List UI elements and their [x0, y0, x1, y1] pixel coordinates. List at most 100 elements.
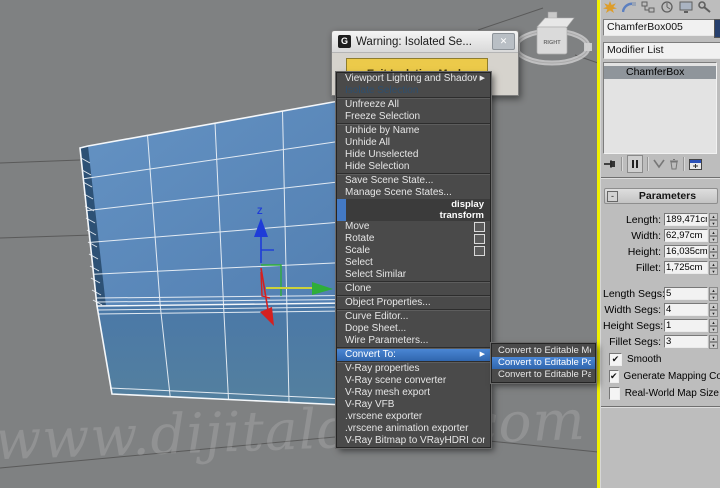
- spinner[interactable]: ▲ ▼: [709, 335, 718, 349]
- menu-item-label: .vrscene animation exporter: [345, 423, 469, 434]
- spinner-down-icon[interactable]: ▼: [709, 236, 718, 243]
- parameter-value-field[interactable]: 5: [664, 287, 708, 300]
- panel-divider: [601, 406, 720, 408]
- modifier-stack-item[interactable]: ChamferBox: [604, 66, 716, 79]
- menu-item[interactable]: Freeze Selection: [337, 111, 490, 123]
- quad-section-header: display: [337, 199, 490, 210]
- menu-item[interactable]: Curve Editor...: [337, 311, 490, 323]
- parameter-value-field[interactable]: 1,725cm: [664, 261, 708, 274]
- checkbox[interactable]: [609, 386, 620, 400]
- menu-item[interactable]: Move: [337, 221, 490, 233]
- menu-item[interactable]: Scale: [337, 245, 490, 257]
- menu-item[interactable]: V-Ray mesh export: [337, 387, 490, 399]
- menu-item[interactable]: Viewport Lighting and Shadows ▶: [337, 73, 490, 85]
- remove-modifier-icon[interactable]: [669, 156, 679, 172]
- menu-item[interactable]: Rotate: [337, 233, 490, 245]
- modifier-list-dropdown[interactable]: Modifier List: [603, 42, 720, 59]
- spinner[interactable]: ▲ ▼: [709, 303, 718, 317]
- dialog-title: Warning: Isolated Se...: [356, 35, 472, 48]
- parameter-row: Fillet Segs: 3 ▲ ▼: [603, 335, 719, 349]
- application-window: Z RIGHT www.dijitaldevs.com G Warning: I…: [0, 0, 720, 488]
- spinner-down-icon[interactable]: ▼: [709, 268, 718, 275]
- motion-tab-icon[interactable]: [660, 1, 674, 13]
- menu-item[interactable]: Select: [337, 257, 490, 269]
- close-icon[interactable]: ✕: [492, 33, 515, 50]
- spinner[interactable]: ▲ ▼: [709, 287, 718, 301]
- parameter-value-field[interactable]: 62,97cm: [664, 229, 708, 242]
- object-name-field[interactable]: ChamferBox005: [603, 19, 715, 36]
- checkbox[interactable]: ✔: [609, 369, 619, 383]
- menu-item[interactable]: Convert to Editable Poly: [492, 357, 595, 369]
- spinner[interactable]: ▲ ▼: [709, 319, 718, 333]
- spinner-down-icon[interactable]: ▼: [709, 342, 718, 349]
- menu-item[interactable]: V-Ray Bitmap to VRayHDRI converter: [337, 435, 490, 447]
- menu-item[interactable]: Convert To: ▶: [337, 349, 490, 361]
- spinner-down-icon[interactable]: ▼: [709, 220, 718, 227]
- menu-item[interactable]: .vrscene animation exporter: [337, 423, 490, 435]
- spinner-up-icon[interactable]: ▲: [709, 303, 718, 310]
- checkbox-row: ✔ Smooth: [609, 352, 719, 366]
- parameter-label: Fillet Segs:: [609, 335, 661, 348]
- pin-stack-icon[interactable]: [603, 156, 617, 172]
- spinner[interactable]: ▲ ▼: [709, 229, 718, 243]
- spinner-down-icon[interactable]: ▼: [709, 252, 718, 259]
- spinner[interactable]: ▲ ▼: [709, 213, 718, 227]
- spinner[interactable]: ▲ ▼: [709, 261, 718, 275]
- spinner-up-icon[interactable]: ▲: [709, 335, 718, 342]
- rollout-collapse-icon[interactable]: -: [607, 190, 618, 202]
- spinner-up-icon[interactable]: ▲: [709, 319, 718, 326]
- configure-modifier-sets-icon[interactable]: [689, 156, 702, 172]
- menu-item[interactable]: Convert to Editable Patch: [492, 369, 595, 381]
- menu-item-label: Unhide by Name: [345, 125, 420, 136]
- checkbox[interactable]: ✔: [609, 352, 622, 366]
- menu-item[interactable]: Dope Sheet...: [337, 323, 490, 335]
- spinner-down-icon[interactable]: ▼: [709, 326, 718, 333]
- menu-item[interactable]: Manage Scene States...: [337, 187, 490, 199]
- menu-item[interactable]: .vrscene exporter: [337, 411, 490, 423]
- make-unique-icon[interactable]: [653, 156, 665, 172]
- parameter-value-field[interactable]: 3: [664, 335, 708, 348]
- spinner-up-icon[interactable]: ▲: [709, 261, 718, 268]
- menu-item[interactable]: V-Ray properties: [337, 363, 490, 375]
- modify-tab-icon[interactable]: [622, 1, 636, 13]
- utilities-tab-icon[interactable]: [698, 1, 712, 13]
- viewcube[interactable]: RIGHT: [512, 11, 592, 66]
- menu-item[interactable]: Clone: [337, 283, 490, 295]
- dialog-titlebar[interactable]: G Warning: Isolated Se... ✕: [332, 31, 518, 53]
- menu-item-label: Unfreeze All: [345, 99, 399, 110]
- create-tab-icon[interactable]: [603, 1, 617, 13]
- hierarchy-tab-icon[interactable]: [641, 1, 655, 13]
- menu-item[interactable]: Wire Parameters...: [337, 335, 490, 347]
- display-tab-icon[interactable]: [679, 1, 693, 13]
- spinner-up-icon[interactable]: ▲: [709, 245, 718, 252]
- spinner-down-icon[interactable]: ▼: [709, 310, 718, 317]
- menu-item[interactable]: V-Ray VFB: [337, 399, 490, 411]
- menu-item[interactable]: Hide Unselected: [337, 149, 490, 161]
- parameter-value-field[interactable]: 189,471cm: [664, 213, 708, 226]
- menu-item[interactable]: Hide Selection: [337, 161, 490, 173]
- parameter-value-field[interactable]: 16,035cm: [664, 245, 708, 258]
- menu-item[interactable]: Unhide All: [337, 137, 490, 149]
- menu-item[interactable]: Isolate Selection: [337, 85, 490, 97]
- object-color-swatch[interactable]: [714, 19, 720, 38]
- parameter-value-field[interactable]: 4: [664, 303, 708, 316]
- parameter-row: Height Segs: 1 ▲ ▼: [603, 319, 719, 333]
- spinner-up-icon[interactable]: ▲: [709, 287, 718, 294]
- spinner-up-icon[interactable]: ▲: [709, 229, 718, 236]
- menu-item-label: Convert to Editable Mesh: [498, 345, 591, 356]
- show-end-result-icon[interactable]: [627, 155, 643, 173]
- menu-item[interactable]: Unfreeze All: [337, 99, 490, 111]
- spinner-up-icon[interactable]: ▲: [709, 213, 718, 220]
- parameters-rollout-header[interactable]: - Parameters: [604, 188, 718, 204]
- menu-item[interactable]: Save Scene State...: [337, 175, 490, 187]
- menu-item[interactable]: Convert to Editable Mesh: [492, 345, 595, 357]
- active-viewport-border: [597, 0, 600, 488]
- menu-item[interactable]: Object Properties...: [337, 297, 490, 309]
- menu-item[interactable]: Select Similar: [337, 269, 490, 281]
- spinner-down-icon[interactable]: ▼: [709, 294, 718, 301]
- menu-item[interactable]: Unhide by Name: [337, 125, 490, 137]
- parameter-value-field[interactable]: 1: [664, 319, 708, 332]
- spinner[interactable]: ▲ ▼: [709, 245, 718, 259]
- chamferbox-object[interactable]: [79, 98, 351, 406]
- menu-item[interactable]: V-Ray scene converter: [337, 375, 490, 387]
